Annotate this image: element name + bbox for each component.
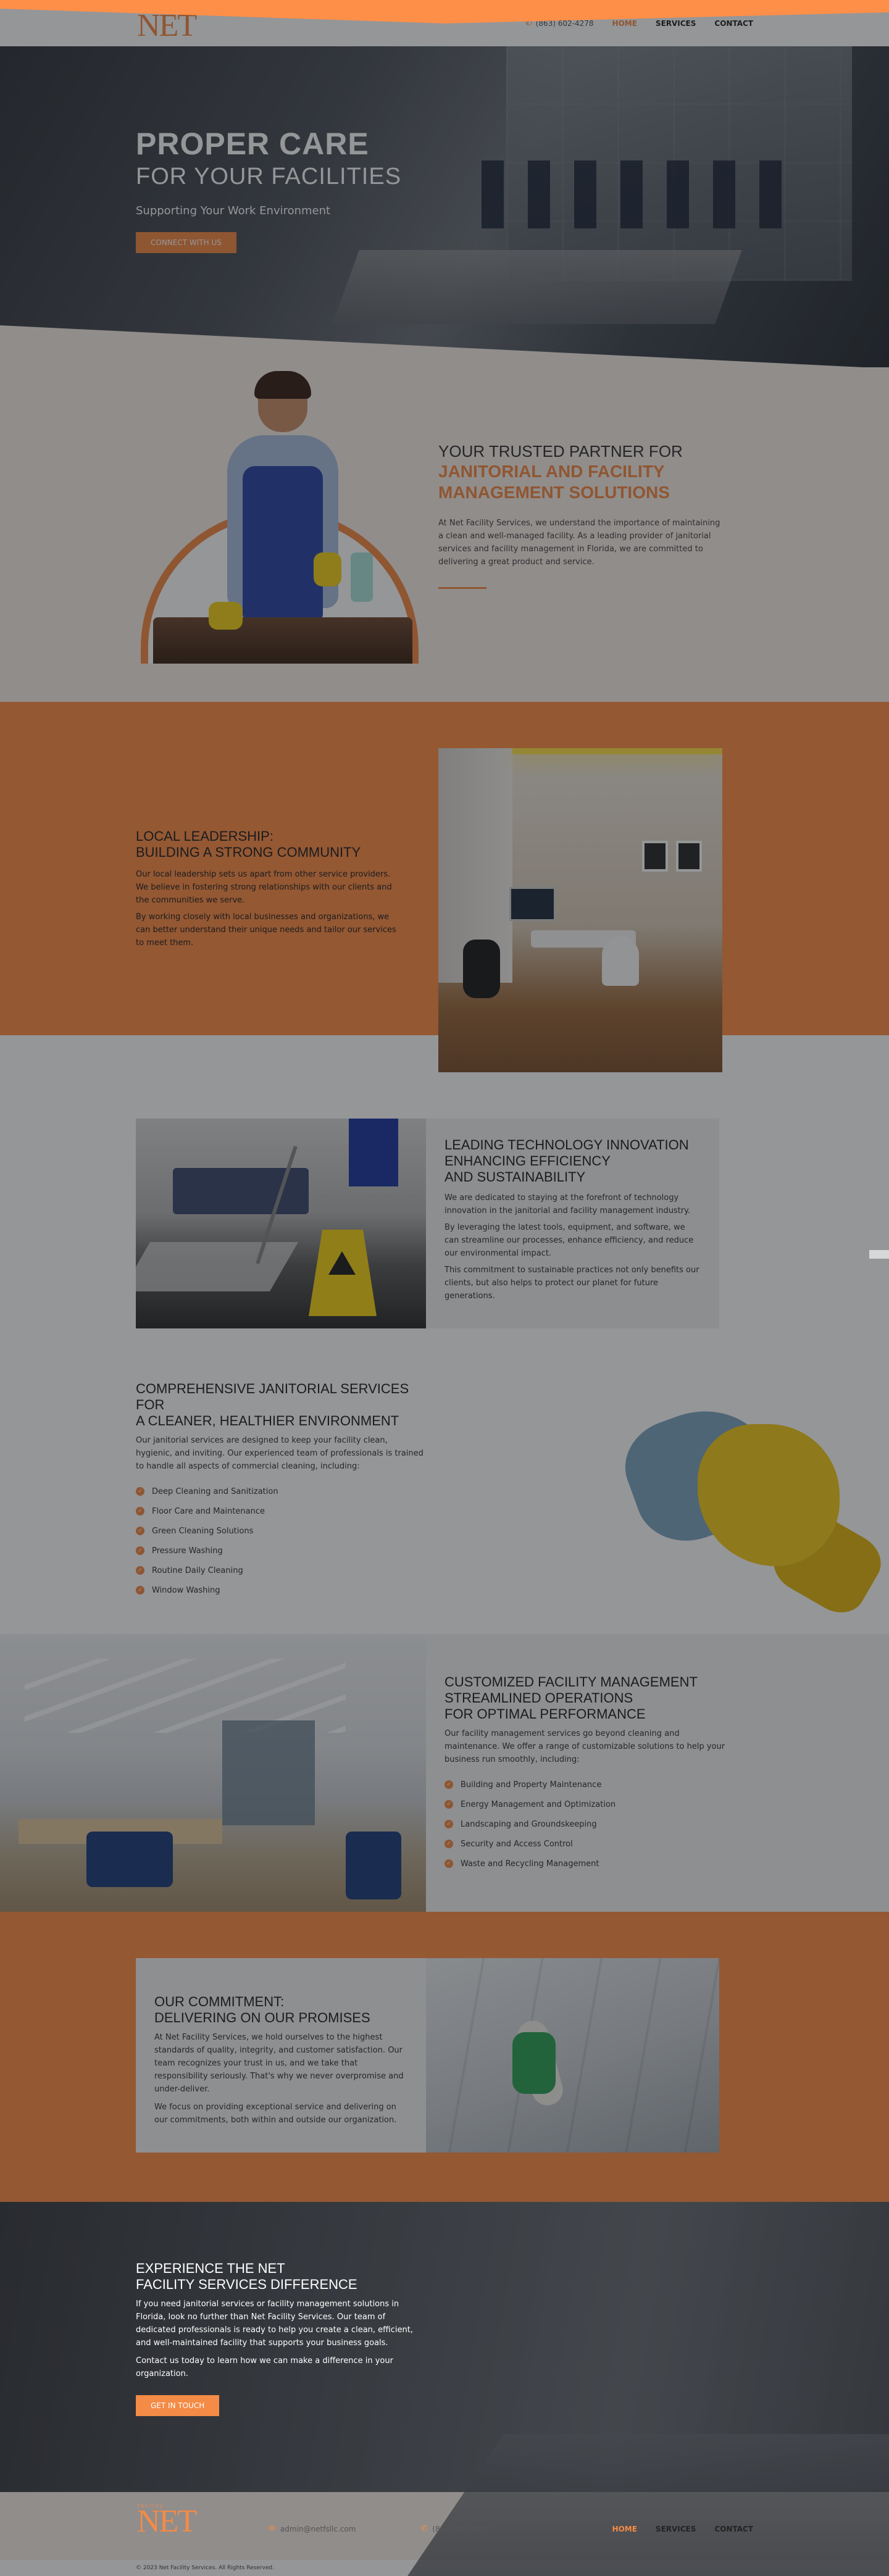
copyright-text: © 2023 Net Facility Services. All Rights… <box>136 2565 275 2571</box>
experience-paragraph-2: Contact us today to learn how we can mak… <box>136 2356 393 2378</box>
footer-nav-contact[interactable]: CONTACT <box>714 2525 753 2533</box>
footer-nav: HOME SERVICES CONTACT <box>612 2525 753 2533</box>
experience-heading: EXPERIENCE THE NET FACILITY SERVICES DIF… <box>136 2261 426 2293</box>
footer-nav-services[interactable]: SERVICES <box>656 2525 696 2533</box>
footer-logo[interactable]: facility NET <box>136 2501 204 2538</box>
experience-section: EXPERIENCE THE NET FACILITY SERVICES DIF… <box>0 0 889 2576</box>
side-scroll-tab[interactable] <box>869 1250 889 1259</box>
footer-row: ✉ admin@netfsllc.com ✆ (863) 602-4278 HO… <box>269 2524 753 2533</box>
footer-email[interactable]: ✉ admin@netfsllc.com <box>269 2524 356 2533</box>
experience-paragraph-1: If you need janitorial services or facil… <box>136 2299 413 2348</box>
experience-heading-line2: FACILITY SERVICES DIFFERENCE <box>136 2277 357 2292</box>
footer-email-text: admin@netfsllc.com <box>280 2524 356 2533</box>
phone-icon: ✆ <box>420 2524 428 2533</box>
experience-heading-line1: EXPERIENCE THE NET <box>136 2261 285 2276</box>
experience-text: EXPERIENCE THE NET FACILITY SERVICES DIF… <box>136 2261 426 2416</box>
footer-phone[interactable]: ✆ (863) 602-4278 <box>420 2524 490 2533</box>
get-in-touch-button[interactable]: GET IN TOUCH <box>136 2395 220 2416</box>
envelope-icon: ✉ <box>269 2524 275 2533</box>
footer-logo-text: NET <box>137 2504 197 2539</box>
footer-nav-home[interactable]: HOME <box>612 2525 637 2533</box>
footer-phone-text: (863) 602-4278 <box>432 2524 491 2533</box>
